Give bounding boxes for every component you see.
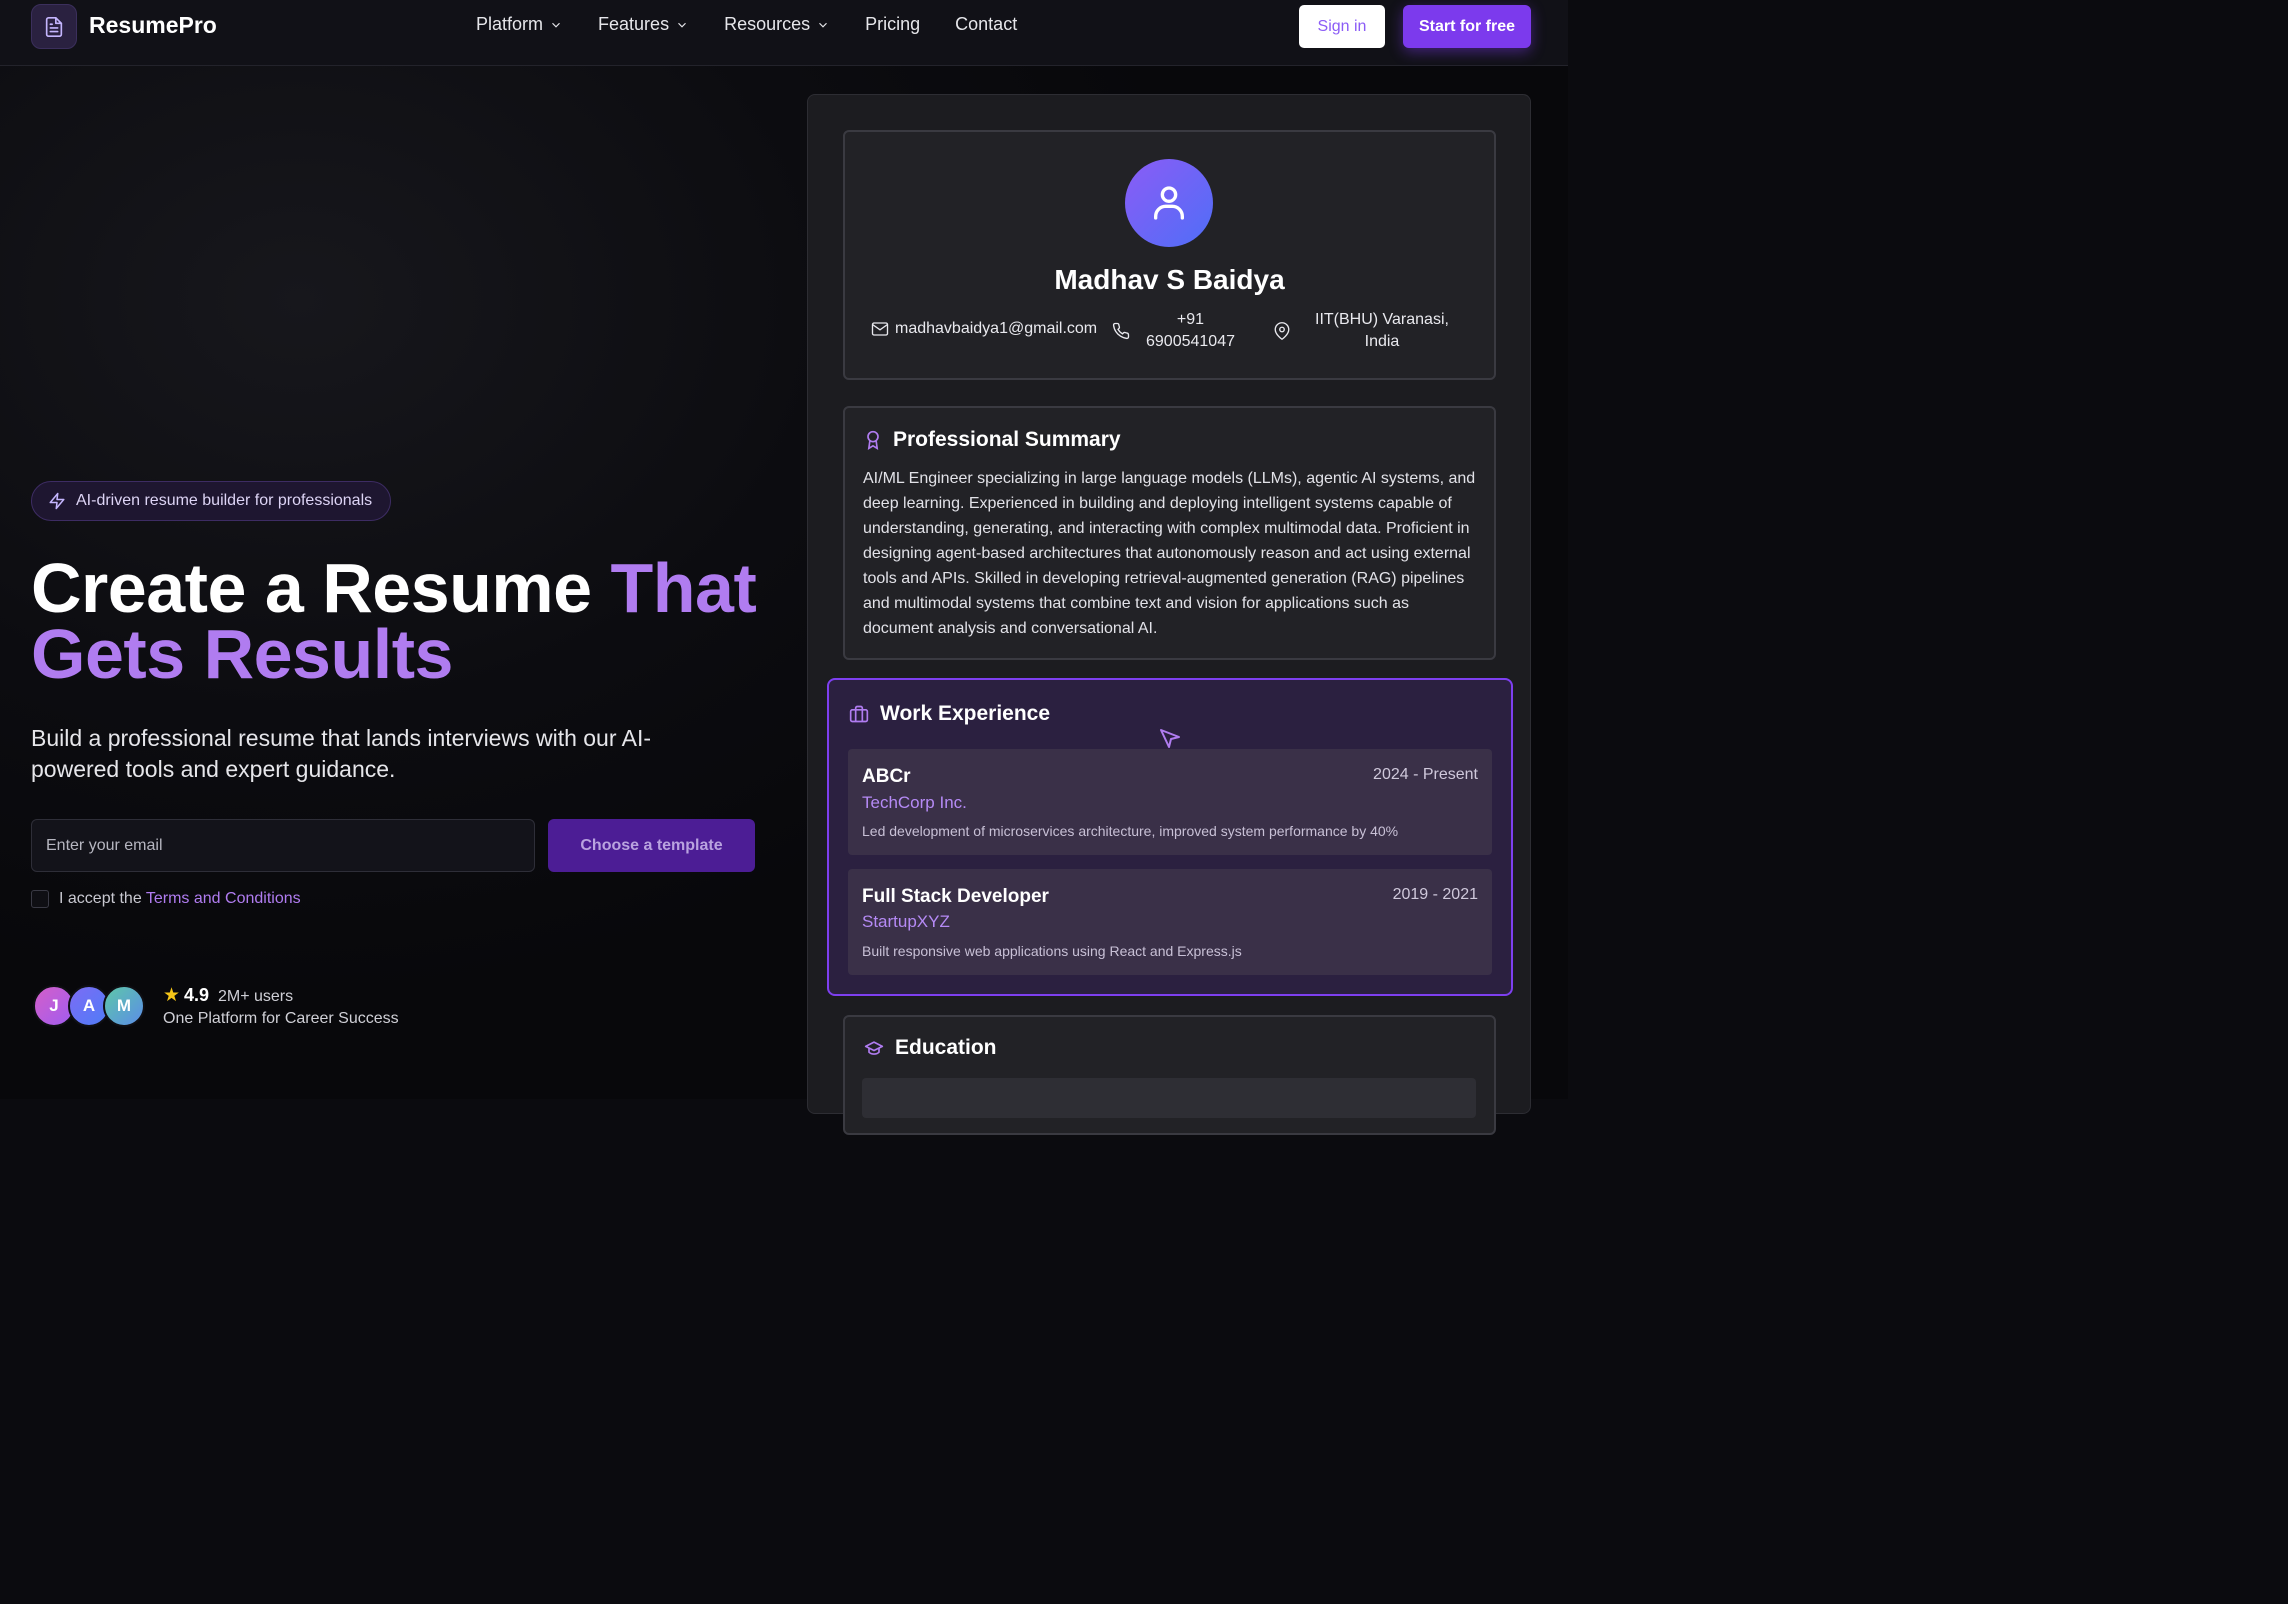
rating-score: 4.9 xyxy=(184,985,210,1005)
document-icon xyxy=(45,16,63,37)
contact-email-text: madhavbaidya1@gmail.com xyxy=(895,320,1098,337)
job-item[interactable]: ABCr 2024 - Present TechCorp Inc. Led de… xyxy=(848,749,1492,855)
job-company: TechCorp Inc. xyxy=(862,793,967,812)
contact-phone-line-2: 6900541047 xyxy=(1146,333,1235,350)
job-title: ABCr xyxy=(862,766,911,787)
work-heading: Work Experience xyxy=(848,702,1050,726)
mail-icon xyxy=(871,322,889,336)
choose-template-button[interactable]: Choose a template xyxy=(548,819,755,872)
user-icon xyxy=(1154,186,1184,220)
job-company: StartupXYZ xyxy=(862,912,950,931)
job-title: Full Stack Developer xyxy=(862,886,1049,907)
job-description: Led development of microservices archite… xyxy=(862,823,1399,839)
ai-badge: AI-driven resume builder for professiona… xyxy=(31,481,392,521)
terms-prefix: I accept the xyxy=(59,890,146,907)
menu-resources-label: Resources xyxy=(724,14,811,34)
hero-title-accent-1: That xyxy=(610,549,757,627)
job-dates: 2019 - 2021 xyxy=(1392,886,1478,903)
contact-location-line-2: India xyxy=(1364,333,1400,350)
profile-name: Madhav S Baidya xyxy=(1054,264,1285,295)
tagline: One Platform for Career Success xyxy=(163,1010,399,1027)
menu-platform-label: Platform xyxy=(476,14,544,34)
sign-in-button[interactable]: Sign in xyxy=(1299,5,1385,48)
terms-text: I accept the Terms and Conditions xyxy=(59,890,301,908)
menu-features-label: Features xyxy=(598,14,670,34)
location-pin-icon xyxy=(1274,322,1290,340)
award-icon xyxy=(867,430,879,450)
summary-heading: Professional Summary xyxy=(863,428,1121,452)
education-item[interactable] xyxy=(862,1078,1476,1118)
logo-mark[interactable] xyxy=(31,4,77,49)
top-navbar: ResumePro Platform Features Resources Pr… xyxy=(0,0,1568,66)
rating-row: ★ 4.9 2M+ users xyxy=(163,984,293,1007)
menu-pricing-label: Pricing xyxy=(865,14,921,34)
email-input[interactable] xyxy=(31,819,535,872)
terms-checkbox[interactable] xyxy=(31,890,49,908)
menu-resources[interactable]: Resources xyxy=(724,14,830,35)
contact-email: madhavbaidya1@gmail.com xyxy=(871,320,1097,338)
users-count: 2M+ users xyxy=(217,988,294,1005)
start-free-button[interactable]: Start for free xyxy=(1403,5,1531,48)
chevron-down-icon xyxy=(678,22,686,28)
summary-text: AI/ML Engineer specializing in large lan… xyxy=(863,470,1476,637)
profile-avatar xyxy=(1125,159,1213,247)
contact-location-line-1: IIT(BHU) Varanasi, xyxy=(1315,311,1449,328)
contact-location: IIT(BHU) Varanasi, India xyxy=(1273,309,1449,353)
menu-contact-label: Contact xyxy=(955,14,1018,34)
education-title: Education xyxy=(895,1036,997,1059)
chevron-down-icon xyxy=(552,22,560,28)
job-description: Built responsive web applications using … xyxy=(862,943,1242,959)
cursor-arrow-icon xyxy=(1160,729,1180,748)
hero-subtitle: Build a professional resume that lands i… xyxy=(31,725,652,782)
work-title: Work Experience xyxy=(880,702,1051,725)
contact-phone-line-1: +91 xyxy=(1176,311,1205,328)
hero-title-accent-2: Gets Results xyxy=(31,615,453,693)
contact-location-text: IIT(BHU) Varanasi, India xyxy=(1315,309,1449,353)
menu-pricing[interactable]: Pricing xyxy=(865,14,920,35)
menu-contact[interactable]: Contact xyxy=(955,14,1017,35)
brand-name[interactable]: ResumePro xyxy=(89,12,217,39)
briefcase-icon xyxy=(849,705,869,723)
job-dates: 2024 - Present xyxy=(1373,766,1478,783)
hero-title: Create a Resume That Gets Results xyxy=(31,553,791,689)
chevron-down-icon xyxy=(819,22,828,28)
job-item[interactable]: Full Stack Developer 2019 - 2021 Startup… xyxy=(848,869,1492,975)
menu-platform[interactable]: Platform xyxy=(476,14,563,35)
user-avatars: J A M xyxy=(33,985,145,1027)
phone-icon xyxy=(1112,322,1130,340)
avatar: M xyxy=(103,985,145,1027)
main-menu: Platform Features Resources Pricing Cont… xyxy=(476,14,1052,35)
education-heading: Education xyxy=(863,1036,997,1060)
summary-title: Professional Summary xyxy=(893,428,1121,451)
contact-phone: +91 6900541047 xyxy=(1112,309,1235,353)
ai-badge-label: AI-driven resume builder for professiona… xyxy=(76,492,373,509)
lightning-icon xyxy=(49,492,65,510)
star-icon: ★ xyxy=(163,985,181,1006)
contact-phone-text: +91 6900541047 xyxy=(1146,309,1235,353)
terms-link[interactable]: Terms and Conditions xyxy=(146,890,301,907)
graduation-cap-icon xyxy=(864,1041,884,1055)
menu-features[interactable]: Features xyxy=(598,14,689,35)
terms-row: I accept the Terms and Conditions xyxy=(31,890,301,908)
